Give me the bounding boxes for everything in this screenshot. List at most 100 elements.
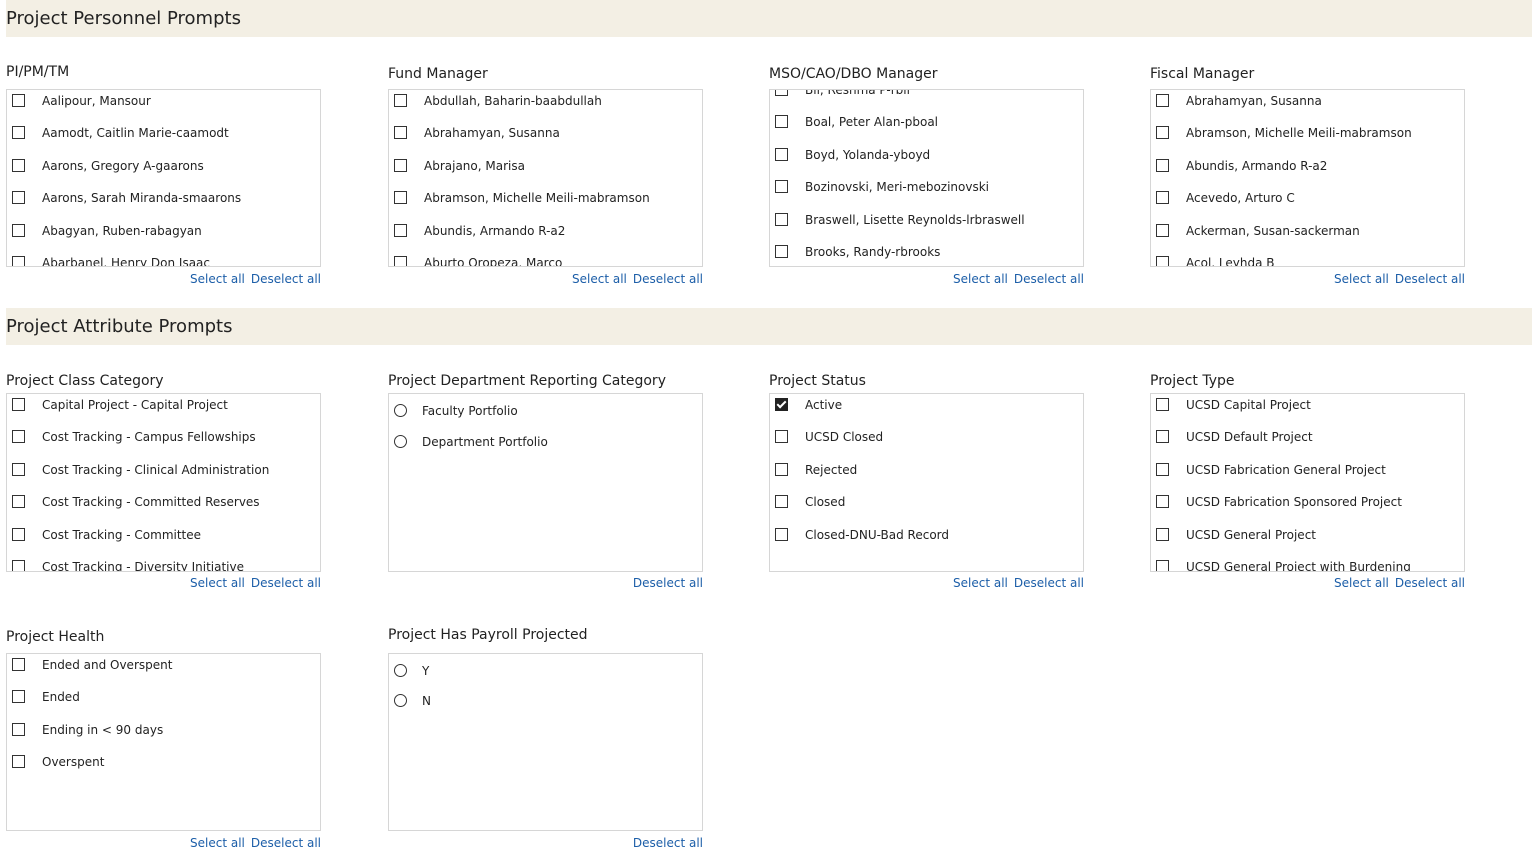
deselect-all-link[interactable]: Deselect all — [251, 576, 321, 590]
option-item[interactable]: UCSD General Project with Burdening — [1151, 557, 1464, 572]
option-item[interactable]: Closed — [770, 492, 1083, 512]
option-list[interactable]: Capital Project - Capital Project Cost Tr… — [6, 393, 321, 572]
option-item[interactable]: Faculty Portfolio — [389, 401, 702, 421]
checkbox[interactable] — [775, 463, 788, 476]
deselect-all-link[interactable]: Deselect all — [1395, 272, 1465, 286]
deselect-all-link[interactable]: Deselect all — [1395, 576, 1465, 590]
option-list[interactable]: Abdullah, Baharin-baabdullah Abrahamyan, … — [388, 89, 703, 267]
option-item[interactable]: Cost Tracking - Clinical Administration — [7, 460, 320, 480]
option-item[interactable]: Bozinovski, Meri-mebozinovski — [770, 177, 1083, 197]
option-item[interactable]: UCSD Fabrication General Project — [1151, 460, 1464, 480]
option-item[interactable]: Closed-DNU-Bad Record — [770, 525, 1083, 545]
checkbox[interactable] — [1156, 94, 1169, 107]
checkbox[interactable] — [1156, 159, 1169, 172]
checkbox[interactable] — [1156, 495, 1169, 508]
checkbox[interactable] — [775, 148, 788, 161]
option-item[interactable]: Ending in < 90 days — [7, 720, 320, 740]
checkbox[interactable] — [394, 224, 407, 237]
deselect-all-link[interactable]: Deselect all — [633, 272, 703, 286]
select-all-link[interactable]: Select all — [572, 272, 627, 286]
radio-button[interactable] — [394, 694, 407, 707]
option-item[interactable]: Aamodt, Caitlin Marie-caamodt — [7, 123, 320, 143]
checkbox[interactable] — [12, 159, 25, 172]
checkbox[interactable] — [775, 115, 788, 128]
option-item[interactable]: Abramson, Michelle Meili-mabramson — [389, 188, 702, 208]
radio-button[interactable] — [394, 404, 407, 417]
checkbox[interactable] — [12, 430, 25, 443]
checkbox[interactable] — [12, 528, 25, 541]
checkbox[interactable] — [1156, 528, 1169, 541]
option-list[interactable]: Bil, Reshma P-rbil Boal, Peter Alan-pboal… — [769, 89, 1084, 267]
checkbox[interactable] — [775, 213, 788, 226]
checkbox[interactable] — [1156, 191, 1169, 204]
checkbox[interactable] — [775, 398, 788, 411]
option-item[interactable]: Abdullah, Baharin-baabdullah — [389, 91, 702, 111]
radio-button[interactable] — [394, 435, 407, 448]
option-item[interactable]: Abundis, Armando R-a2 — [389, 221, 702, 241]
option-item[interactable]: Acevedo, Arturo C — [1151, 188, 1464, 208]
select-all-link[interactable]: Select all — [190, 836, 245, 850]
deselect-all-link[interactable]: Deselect all — [1014, 272, 1084, 286]
option-list[interactable]: Aalipour, MansourAamodt, Caitlin Marie-c… — [6, 89, 321, 267]
option-list[interactable]: UCSD Capital ProjectUCSD Default Project… — [1150, 393, 1465, 572]
checkbox[interactable] — [1156, 398, 1169, 411]
option-item[interactable]: Braswell, Lisette Reynolds-lrbraswell — [770, 210, 1083, 230]
option-item[interactable]: Acol, Leyhda B — [1151, 253, 1464, 267]
option-item[interactable]: Cost Tracking - Campus Fellowships — [7, 427, 320, 447]
deselect-all-link[interactable]: Deselect all — [251, 272, 321, 286]
checkbox[interactable] — [12, 94, 25, 107]
option-item[interactable]: Capital Project - Capital Project — [7, 395, 320, 415]
option-item[interactable]: Cost Tracking - Committee — [7, 525, 320, 545]
option-item[interactable]: Bil, Reshma P-rbil — [770, 89, 1083, 100]
checkbox[interactable] — [1156, 560, 1169, 572]
checkbox[interactable] — [12, 658, 25, 671]
checkbox[interactable] — [1156, 224, 1169, 237]
checkbox[interactable] — [12, 495, 25, 508]
checkbox[interactable] — [12, 755, 25, 768]
checkbox[interactable] — [1156, 256, 1169, 267]
option-item[interactable]: Cost Tracking - Committed Reserves — [7, 492, 320, 512]
option-item[interactable]: Abrajano, Marisa — [389, 156, 702, 176]
option-item[interactable]: Boal, Peter Alan-pboal — [770, 112, 1083, 132]
option-item[interactable]: Aarons, Gregory A-gaarons — [7, 156, 320, 176]
option-item[interactable]: Abrahamyan, Susanna — [389, 123, 702, 143]
select-all-link[interactable]: Select all — [953, 272, 1008, 286]
checkbox[interactable] — [1156, 126, 1169, 139]
deselect-all-link[interactable]: Deselect all — [1014, 576, 1084, 590]
option-item[interactable]: UCSD Fabrication Sponsored Project — [1151, 492, 1464, 512]
option-list[interactable]: Abrahamyan, SusannaAbramson, Michelle Me… — [1150, 89, 1465, 267]
checkbox[interactable] — [394, 159, 407, 172]
checkbox[interactable] — [394, 94, 407, 107]
option-item[interactable]: Ended — [7, 687, 320, 707]
checkbox[interactable] — [12, 191, 25, 204]
checkbox[interactable] — [12, 690, 25, 703]
option-list[interactable]: YN — [388, 653, 703, 831]
select-all-link[interactable]: Select all — [953, 576, 1008, 590]
option-item[interactable]: Y — [389, 661, 702, 681]
checkbox[interactable] — [775, 495, 788, 508]
option-item[interactable]: Abarbanel, Henry Don Isaac — [7, 253, 320, 267]
option-item[interactable]: Abagyan, Ruben-rabagyan — [7, 221, 320, 241]
option-list[interactable]: Faculty PortfolioDepartment Portfolio — [388, 393, 703, 572]
deselect-all-link[interactable]: Deselect all — [633, 836, 703, 850]
checkbox[interactable] — [1156, 430, 1169, 443]
option-item[interactable]: UCSD Closed — [770, 427, 1083, 447]
checkbox[interactable] — [12, 126, 25, 139]
option-list[interactable]: ActiveUCSD ClosedRejectedClosedClosed-DN… — [769, 393, 1084, 572]
checkbox[interactable] — [12, 256, 25, 267]
option-item[interactable]: Ended and Overspent — [7, 655, 320, 675]
checkbox[interactable] — [775, 430, 788, 443]
option-item[interactable]: Cost Tracking - Diversity Initiative — [7, 557, 320, 572]
option-item[interactable]: UCSD General Project — [1151, 525, 1464, 545]
checkbox[interactable] — [775, 528, 788, 541]
deselect-all-link[interactable]: Deselect all — [633, 576, 703, 590]
option-item[interactable]: UCSD Capital Project — [1151, 395, 1464, 415]
select-all-link[interactable]: Select all — [190, 272, 245, 286]
checkbox[interactable] — [394, 256, 407, 267]
deselect-all-link[interactable]: Deselect all — [251, 836, 321, 850]
checkbox[interactable] — [12, 560, 25, 572]
select-all-link[interactable]: Select all — [1334, 272, 1389, 286]
option-item[interactable]: Abramson, Michelle Meili-mabramson — [1151, 123, 1464, 143]
radio-button[interactable] — [394, 664, 407, 677]
option-item[interactable]: Boyd, Yolanda-yboyd — [770, 145, 1083, 165]
